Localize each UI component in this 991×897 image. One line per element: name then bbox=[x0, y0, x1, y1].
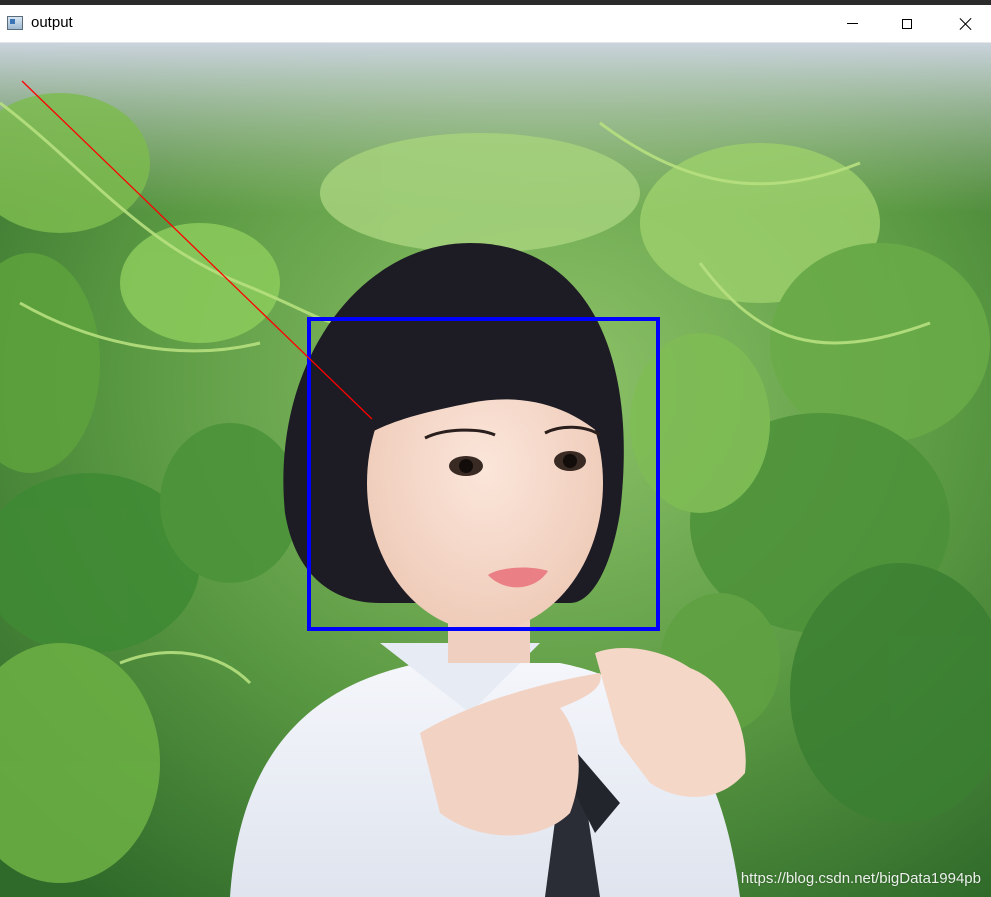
watermark-text: https://blog.csdn.net/bigData1994pb bbox=[740, 870, 981, 887]
image-canvas: https://blog.csdn.net/bigData1994pb bbox=[0, 43, 991, 897]
close-icon bbox=[959, 17, 973, 31]
output-window: output https://blog.csdn.net/bigData1994… bbox=[0, 0, 991, 897]
window-title: output bbox=[31, 14, 73, 31]
photo-icon bbox=[0, 43, 991, 897]
minimize-button[interactable] bbox=[829, 5, 875, 42]
minimize-icon bbox=[846, 23, 858, 24]
maximize-icon bbox=[902, 18, 912, 29]
maximize-button[interactable] bbox=[884, 5, 930, 42]
close-button[interactable] bbox=[943, 5, 989, 42]
title-bar[interactable]: output bbox=[0, 5, 991, 43]
app-icon bbox=[7, 16, 23, 30]
